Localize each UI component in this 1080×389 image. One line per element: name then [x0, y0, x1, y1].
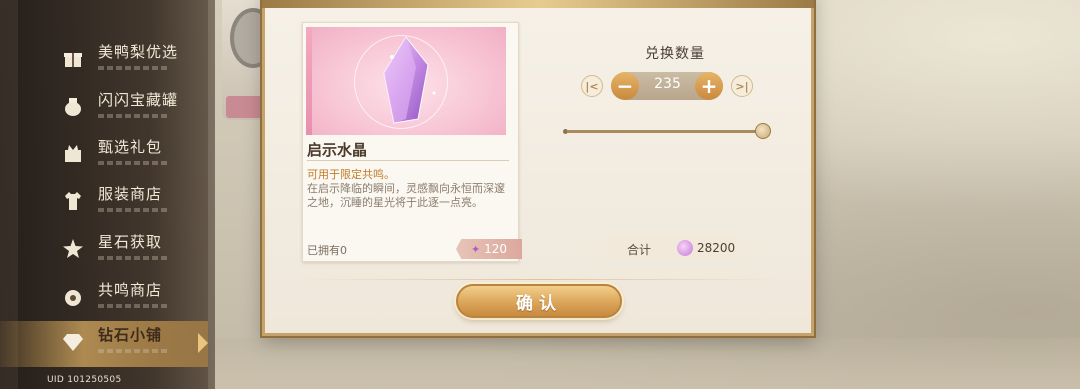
modal-top-border: [262, 0, 814, 8]
sidebar-item-label: 闪闪宝藏罐: [98, 91, 179, 109]
footer-divider: [300, 279, 780, 280]
sidebar-item-label: 星石获取: [98, 233, 163, 251]
star-gem-icon: ✦: [470, 242, 481, 256]
resonance-icon: [58, 282, 88, 312]
decrease-button[interactable]: −: [611, 72, 639, 100]
star-gem-icon: [677, 240, 693, 256]
item-description: 在启示降临的瞬间，灵感飘向永恒而深邃之地，沉睡的星光将于此逐一点亮。: [307, 182, 505, 209]
sidebar-item-sublabel: [98, 349, 168, 353]
gift-box-icon: [58, 44, 88, 74]
title-divider: [307, 160, 509, 161]
star-stone-icon: [58, 234, 88, 264]
sidebar-item-clothing-shop[interactable]: 服装商店: [58, 180, 208, 224]
unit-price: 120: [484, 242, 508, 256]
plus-icon: +: [700, 74, 718, 98]
sidebar-item-label: 共鸣商店: [98, 281, 163, 299]
diamond-shop-icon: [58, 327, 88, 357]
slider-fill: [567, 130, 763, 133]
confirm-label: 确认: [516, 293, 562, 314]
gift-pack-icon: [58, 139, 88, 169]
sidebar-item-sublabel: [98, 161, 168, 165]
increase-button[interactable]: +: [695, 72, 723, 100]
sidebar-item-label: 美鸭梨优选: [98, 43, 179, 61]
total-value: 28200: [697, 241, 736, 255]
treasure-jar-icon: [58, 92, 88, 122]
sidebar-item-sublabel: [98, 304, 168, 308]
sidebar-item-sublabel: [98, 208, 168, 212]
skip-to-min-icon: |<: [585, 79, 599, 93]
skip-to-max-icon: >|: [735, 79, 749, 93]
sidebar-item-meiyali[interactable]: 美鸭梨优选: [58, 38, 208, 82]
owned-count: 已拥有0: [307, 244, 347, 257]
sidebar-item-sublabel: [98, 66, 168, 70]
price-tag: ✦ 120: [456, 239, 522, 259]
max-quantity-button[interactable]: >|: [731, 75, 753, 97]
item-name: 启示水晶: [307, 141, 368, 159]
clothing-icon: [58, 186, 88, 216]
quantity-value[interactable]: 235: [640, 76, 695, 92]
sidebar-item-sublabel: [98, 256, 168, 260]
sidebar-item-label: 甄选礼包: [98, 138, 163, 156]
confirm-button[interactable]: 确认: [456, 284, 622, 318]
shop-sidebar: 美鸭梨优选 闪闪宝藏罐 甄选礼包 服装商店 星石获取 共鸣商店 钻石小铺 UID…: [0, 0, 215, 389]
sidebar-item-diamond-shop[interactable]: 钻石小铺: [0, 321, 208, 367]
uid-label: UID 101250505: [47, 375, 122, 385]
sidebar-item-label: 钻石小铺: [98, 326, 163, 344]
item-usage: 可用于限定共鸣。: [307, 168, 395, 181]
quantity-slider[interactable]: [567, 123, 771, 139]
bottom-band: [215, 338, 1080, 389]
min-quantity-button[interactable]: |<: [581, 75, 603, 97]
crystal-icon: [383, 36, 436, 124]
sidebar-item-star-stone[interactable]: 星石获取: [58, 228, 208, 272]
sidebar-item-treasure-jar[interactable]: 闪闪宝藏罐: [58, 86, 208, 130]
slider-handle[interactable]: [755, 123, 771, 139]
sidebar-item-gift-pack[interactable]: 甄选礼包: [58, 133, 208, 177]
total-label: 合计: [627, 243, 652, 257]
sidebar-item-resonance-shop[interactable]: 共鸣商店: [58, 276, 208, 320]
sidebar-item-sublabel: [98, 114, 168, 118]
sidebar-item-label: 服装商店: [98, 185, 163, 203]
item-image: [306, 27, 506, 135]
exchange-quantity-title: 兑换数量: [645, 46, 705, 62]
minus-icon: −: [616, 74, 634, 98]
